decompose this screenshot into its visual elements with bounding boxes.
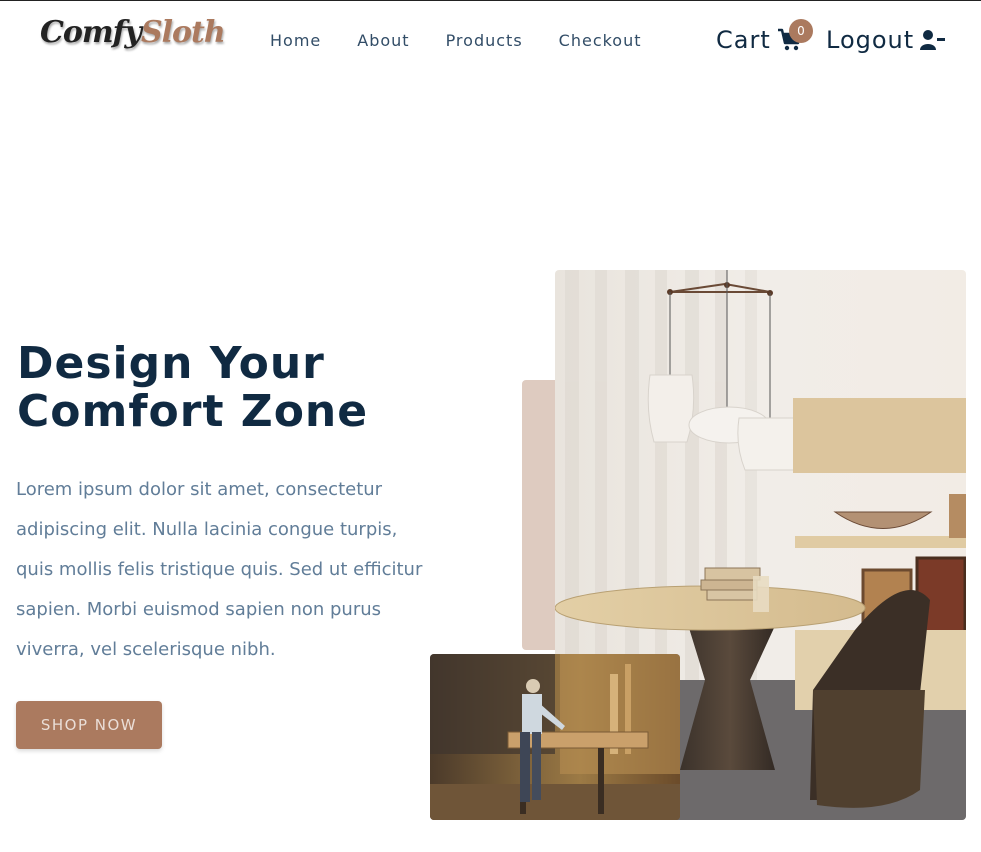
logo[interactable]: ComfySloth: [40, 15, 226, 50]
hero-title-line2: Comfort Zone: [17, 386, 369, 437]
shop-now-button[interactable]: SHOP NOW: [16, 701, 162, 749]
nav-link-home[interactable]: Home: [268, 31, 323, 50]
logo-part1: Comfy: [40, 15, 142, 50]
hero-secondary-image: [430, 654, 680, 820]
logout-button[interactable]: Logout: [826, 26, 946, 54]
logout-label: Logout: [826, 26, 915, 54]
hero-title: Design Your Comfort Zone: [17, 340, 437, 436]
logo-part2: Sloth: [140, 15, 226, 50]
user-minus-icon: [920, 29, 946, 51]
nav-link-checkout[interactable]: Checkout: [557, 31, 644, 50]
cart-count-badge: 0: [789, 19, 813, 43]
navbar: ComfySloth Home About Products Checkout …: [0, 1, 981, 81]
nav-link-products[interactable]: Products: [444, 31, 525, 50]
nav-link-about[interactable]: About: [355, 31, 411, 50]
nav-links: Home About Products Checkout: [268, 31, 676, 50]
cart-label: Cart: [716, 26, 771, 54]
hero-title-line1: Design Your: [17, 338, 325, 389]
hero-description: Lorem ipsum dolor sit amet, consectetur …: [16, 479, 423, 660]
